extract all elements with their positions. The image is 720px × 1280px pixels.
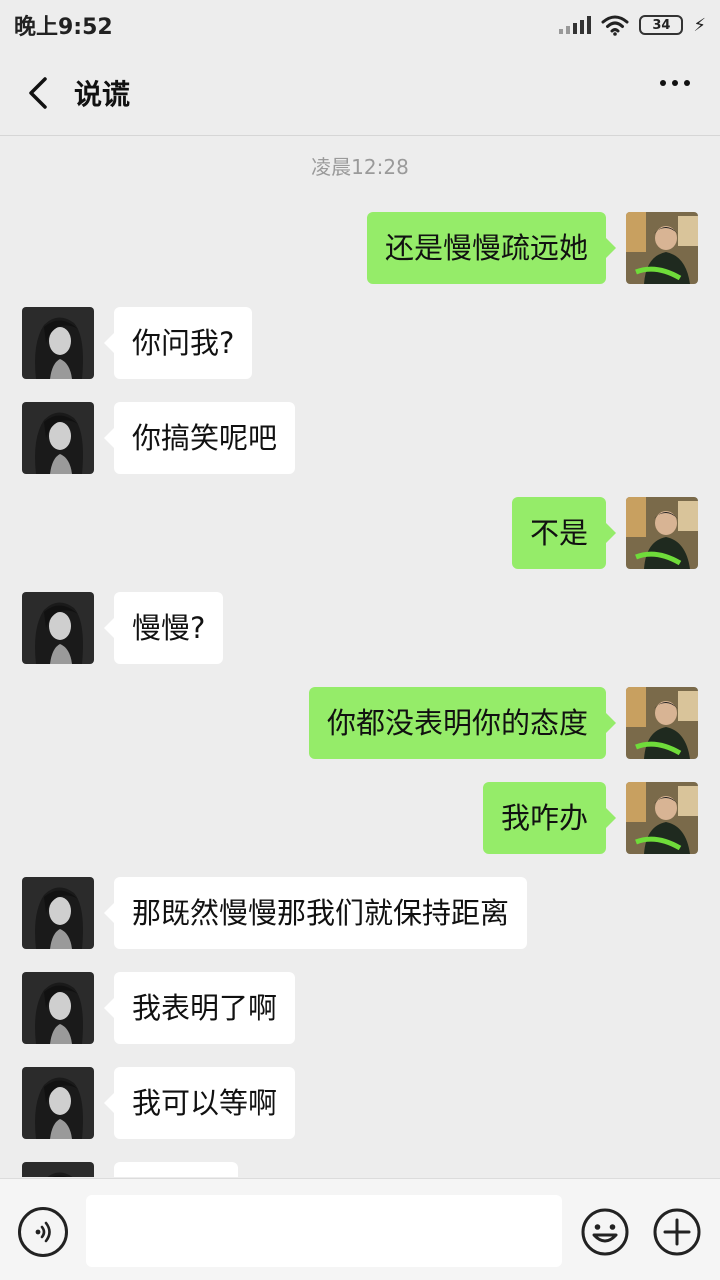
message-bubble[interactable]: 我可以等啊 (103, 1067, 296, 1139)
message-bubble[interactable]: 那既然慢慢那我们就保持距离 (103, 877, 528, 949)
my-avatar[interactable] (626, 687, 698, 759)
message-bubble[interactable]: 不是 (511, 497, 617, 569)
voice-icon (35, 1221, 51, 1243)
incoming-message: 我可以等啊 (0, 1067, 720, 1139)
status-bar: 晚上9:52 34 ⚡ (0, 0, 720, 50)
back-icon[interactable] (8, 50, 68, 136)
input-bar (0, 1178, 720, 1280)
more-functions-button[interactable] (652, 1207, 702, 1257)
my-avatar[interactable] (626, 212, 698, 284)
my-avatar[interactable] (626, 782, 698, 854)
emoji-icon (581, 1208, 629, 1256)
outgoing-message: 我咋办 (0, 782, 720, 854)
contact-avatar[interactable] (22, 1162, 94, 1177)
message-bubble[interactable]: 慢慢? (103, 592, 224, 664)
signal-icon (559, 16, 592, 34)
battery-indicator: 34 (639, 15, 684, 35)
wifi-icon (601, 15, 629, 36)
incoming-message (0, 1162, 720, 1177)
message-timestamp: 凌晨12:28 (311, 155, 409, 179)
status-icons: 34 ⚡ (559, 14, 706, 36)
my-avatar[interactable] (626, 497, 698, 569)
message-input[interactable] (86, 1195, 562, 1267)
chat-title: 说谎 (74, 77, 131, 111)
incoming-message: 那既然慢慢那我们就保持距离 (0, 877, 720, 949)
contact-avatar[interactable] (22, 1067, 94, 1139)
message-bubble[interactable]: 你都没表明你的态度 (308, 687, 617, 759)
chat-header: 说谎 (0, 50, 720, 136)
message-list[interactable]: 凌晨12:28 还是慢慢疏远她你问我? 你搞笑呢吧不是慢慢? 你都没表明你的态度我咋… (0, 137, 720, 1177)
status-time: 晚上9:52 (14, 15, 113, 40)
outgoing-message: 还是慢慢疏远她 (0, 212, 720, 284)
outgoing-message: 不是 (0, 497, 720, 569)
incoming-message: 我表明了啊 (0, 972, 720, 1044)
incoming-message: 你搞笑呢吧 (0, 402, 720, 474)
contact-avatar[interactable] (22, 972, 94, 1044)
message-bubble[interactable]: 我表明了啊 (103, 972, 296, 1044)
voice-input-button[interactable] (18, 1207, 68, 1257)
message-bubble[interactable]: 我咋办 (482, 782, 617, 854)
message-bubble[interactable]: 你问我? (103, 307, 253, 379)
charging-icon: ⚡ (693, 14, 706, 36)
contact-avatar[interactable] (22, 402, 94, 474)
outgoing-message: 你都没表明你的态度 (0, 687, 720, 759)
contact-avatar[interactable] (22, 307, 94, 379)
contact-avatar[interactable] (22, 592, 94, 664)
incoming-message: 慢慢? (0, 592, 720, 664)
plus-icon (653, 1208, 701, 1256)
battery-level: 34 (652, 17, 671, 33)
more-options-icon[interactable] (660, 80, 690, 86)
incoming-message: 你问我? (0, 307, 720, 379)
emoji-button[interactable] (580, 1207, 630, 1257)
message-bubble[interactable] (114, 1162, 238, 1177)
contact-avatar[interactable] (22, 877, 94, 949)
message-bubble[interactable]: 你搞笑呢吧 (103, 402, 296, 474)
message-bubble[interactable]: 还是慢慢疏远她 (366, 212, 617, 284)
